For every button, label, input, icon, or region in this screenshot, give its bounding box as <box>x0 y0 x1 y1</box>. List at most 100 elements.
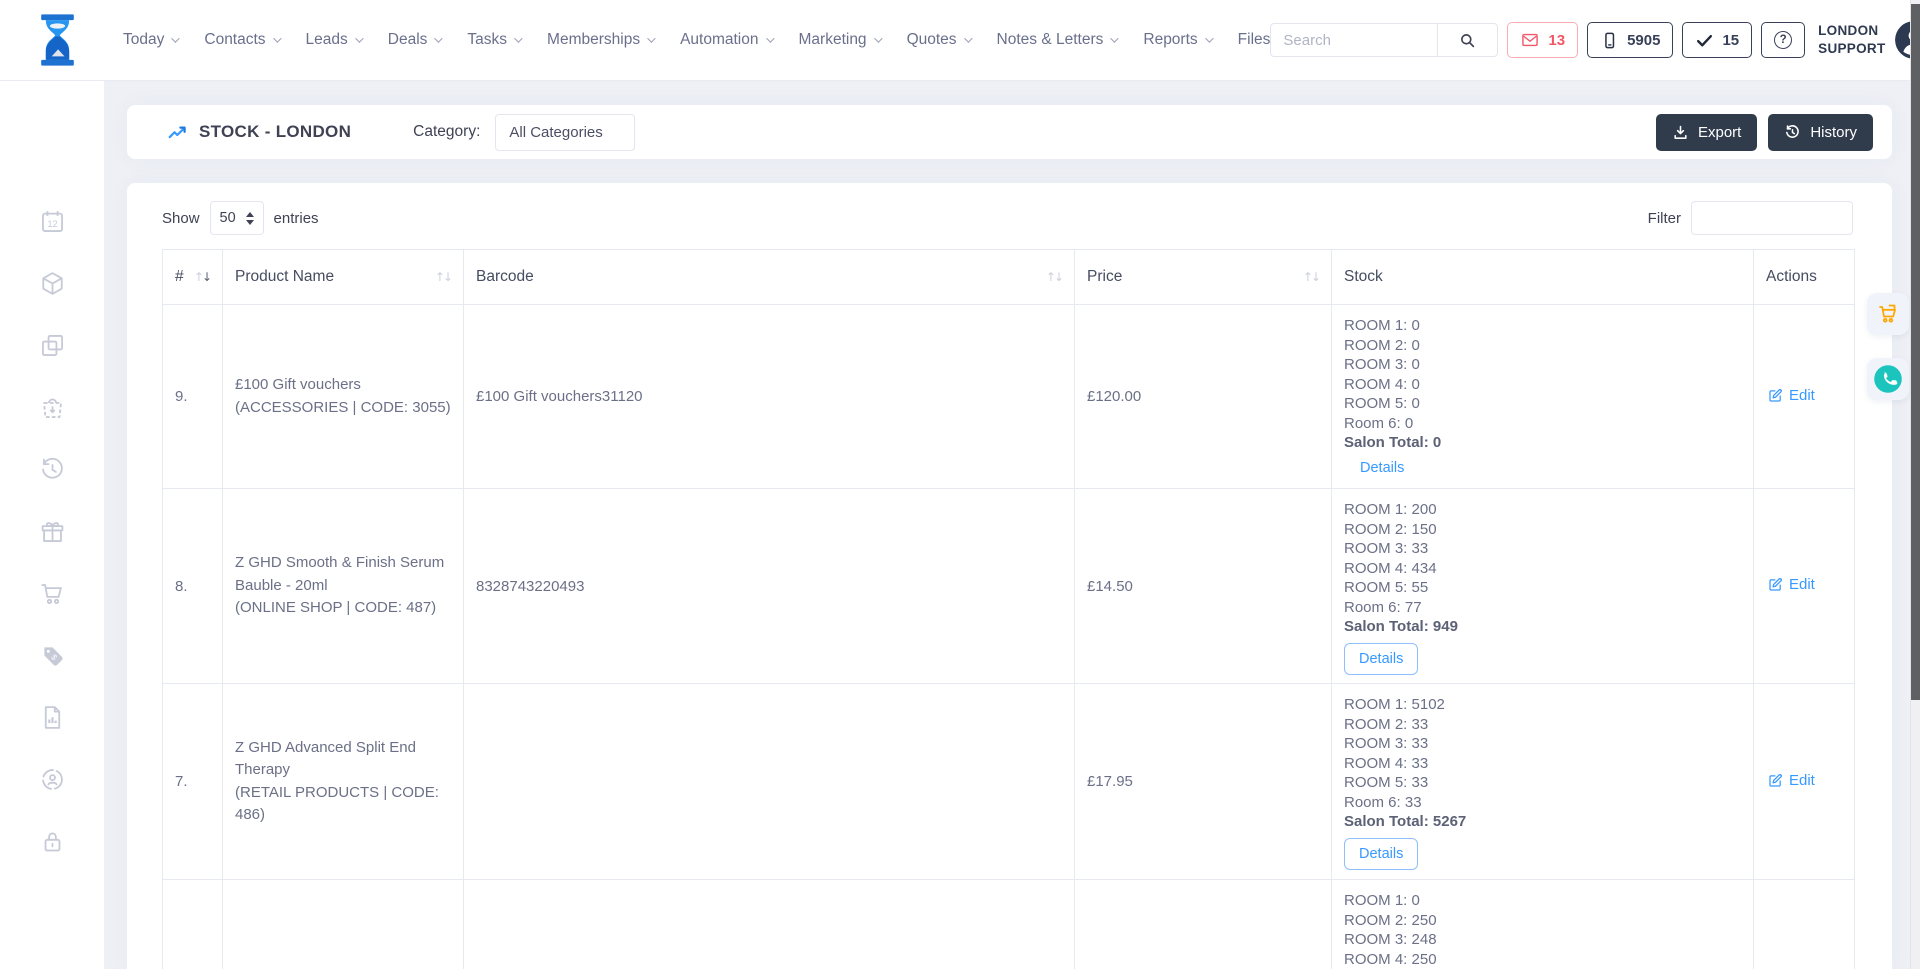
stock-cell: ROOM 1: 200ROOM 2: 150ROOM 3: 33ROOM 4: … <box>1332 489 1754 684</box>
column-label: # <box>175 268 184 286</box>
svg-text:12: 12 <box>47 219 57 229</box>
cart-float-button[interactable] <box>1867 293 1909 335</box>
history-icon <box>1784 124 1801 141</box>
stock-line: ROOM 2: 33 <box>1344 715 1741 735</box>
nav-item-quotes[interactable]: Quotes <box>907 31 970 49</box>
filter-input[interactable] <box>1691 201 1853 235</box>
sort-down-icon: ↓ <box>1311 270 1319 284</box>
nav-item-notes-letters[interactable]: Notes & Letters <box>997 31 1117 49</box>
nav-item-label: Files <box>1238 31 1271 49</box>
floating-buttons <box>1867 293 1909 400</box>
chevron-down-icon <box>172 34 180 42</box>
sidebar-gift-button[interactable] <box>32 511 72 551</box>
details-link[interactable]: Details <box>1360 460 1404 476</box>
column-header-product-name[interactable]: Product Name↑↓ <box>223 250 464 305</box>
sidebar-lock-button[interactable] <box>32 821 72 861</box>
table-controls: Show 50 entries Filter <box>162 201 1853 235</box>
stock-line: ROOM 1: 5102 <box>1344 695 1741 715</box>
sidebar-history-button[interactable] <box>32 449 72 489</box>
sidebar-reports-button[interactable] <box>32 697 72 737</box>
column-header-barcode[interactable]: Barcode↑↓ <box>464 250 1075 305</box>
actions-cell: Edit <box>1754 684 1855 880</box>
help-button[interactable]: ? <box>1761 22 1805 58</box>
table-header-row: #↑↓Product Name↑↓Barcode↑↓Price↑↓StockAc… <box>163 250 1855 305</box>
cart-icon <box>39 580 66 607</box>
stock-line: ROOM 4: 434 <box>1344 559 1741 579</box>
history-button[interactable]: History <box>1768 114 1873 151</box>
filter-group: Filter <box>1648 201 1853 235</box>
sidebar-account-button[interactable] <box>32 759 72 799</box>
column-header-price[interactable]: Price↑↓ <box>1075 250 1332 305</box>
product-name-cell: Z GHD Advanced Split End Therapy(RETAIL … <box>223 684 464 880</box>
nav-item-today[interactable]: Today <box>123 31 177 49</box>
sidebar-calendar-button[interactable]: 12 <box>32 201 72 241</box>
nav-item-reports[interactable]: Reports <box>1143 31 1210 49</box>
salon-total: Salon Total: 0 <box>1344 433 1741 453</box>
barcode-cell: 8328743220493 <box>464 489 1075 684</box>
search-icon <box>1458 31 1477 50</box>
sidebar-products-button[interactable] <box>32 263 72 303</box>
spinner-icon <box>246 212 254 225</box>
nav-item-contacts[interactable]: Contacts <box>204 31 278 49</box>
edit-button[interactable]: Edit <box>1768 387 1815 404</box>
sidebar-bag-button[interactable] <box>32 387 72 427</box>
edit-icon <box>1768 577 1783 592</box>
scrollbar[interactable] <box>1910 0 1920 969</box>
column-header-[interactable]: #↑↓ <box>163 250 223 305</box>
category-select[interactable]: All Categories <box>495 114 635 151</box>
chart-line-icon <box>167 121 189 143</box>
page-size-select[interactable]: 50 <box>210 201 264 235</box>
chevron-down-icon <box>514 34 522 42</box>
scrollbar-thumb[interactable] <box>1911 4 1920 700</box>
nav-item-files[interactable]: Files <box>1238 31 1271 49</box>
user-circle-icon <box>39 766 66 793</box>
search-button[interactable] <box>1437 23 1498 57</box>
nav-item-automation[interactable]: Automation <box>680 31 771 49</box>
stock-line: Room 6: 33 <box>1344 793 1741 813</box>
stock-line: ROOM 3: 0 <box>1344 355 1741 375</box>
brand-logo[interactable] <box>33 9 89 71</box>
export-button[interactable]: Export <box>1656 114 1757 151</box>
column-label: Product Name <box>235 268 334 286</box>
table-row: 9.£100 Gift vouchers(ACCESSORIES | CODE:… <box>163 305 1855 489</box>
nav-item-label: Automation <box>680 31 758 49</box>
edit-label: Edit <box>1789 387 1815 404</box>
call-float-button[interactable] <box>1867 358 1909 400</box>
nav-item-marketing[interactable]: Marketing <box>799 31 880 49</box>
row-number-cell: 9. <box>163 305 223 489</box>
sidebar-cart-button[interactable] <box>32 573 72 613</box>
row-number-cell <box>163 880 223 969</box>
smartphone-icon <box>1600 31 1619 50</box>
mail-badge-button[interactable]: 13 <box>1507 22 1578 58</box>
table-row: ROOM 1: 0ROOM 2: 250ROOM 3: 248ROOM 4: 2… <box>163 880 1855 969</box>
search-input[interactable] <box>1270 23 1437 57</box>
calendar-12-icon: 12 <box>39 208 66 235</box>
sidebar-copy-button[interactable] <box>32 325 72 365</box>
user-name-line1: LONDON <box>1818 22 1885 40</box>
stock-line: ROOM 1: 200 <box>1344 500 1741 520</box>
nav-item-tasks[interactable]: Tasks <box>467 31 520 49</box>
product-meta: (ACCESSORIES | CODE: 3055) <box>235 397 451 420</box>
user-name[interactable]: LONDON SUPPORT <box>1818 22 1885 57</box>
edit-button[interactable]: Edit <box>1768 772 1815 789</box>
export-label: Export <box>1698 124 1741 141</box>
history-label: History <box>1810 124 1857 141</box>
sidebar-pricing-button[interactable]: $ <box>32 635 72 675</box>
category-group: Category: All Categories <box>413 114 635 151</box>
stock-cell: ROOM 1: 5102ROOM 2: 33ROOM 3: 33ROOM 4: … <box>1332 684 1754 880</box>
phone-badge-button[interactable]: 5905 <box>1587 22 1673 58</box>
nav-item-leads[interactable]: Leads <box>306 31 361 49</box>
details-button[interactable]: Details <box>1344 838 1418 870</box>
details-button[interactable]: Details <box>1344 643 1418 675</box>
column-header-stock: Stock <box>1332 250 1754 305</box>
price-cell: £120.00 <box>1075 305 1332 489</box>
edit-button[interactable]: Edit <box>1768 576 1815 593</box>
barcode-cell <box>464 880 1075 969</box>
category-value: All Categories <box>509 124 602 141</box>
help-icon: ? <box>1774 31 1792 49</box>
nav-item-deals[interactable]: Deals <box>388 31 441 49</box>
nav-item-memberships[interactable]: Memberships <box>547 31 653 49</box>
column-label: Price <box>1087 268 1122 286</box>
tasks-badge-button[interactable]: 15 <box>1682 22 1752 58</box>
history-clock-icon <box>39 456 66 483</box>
